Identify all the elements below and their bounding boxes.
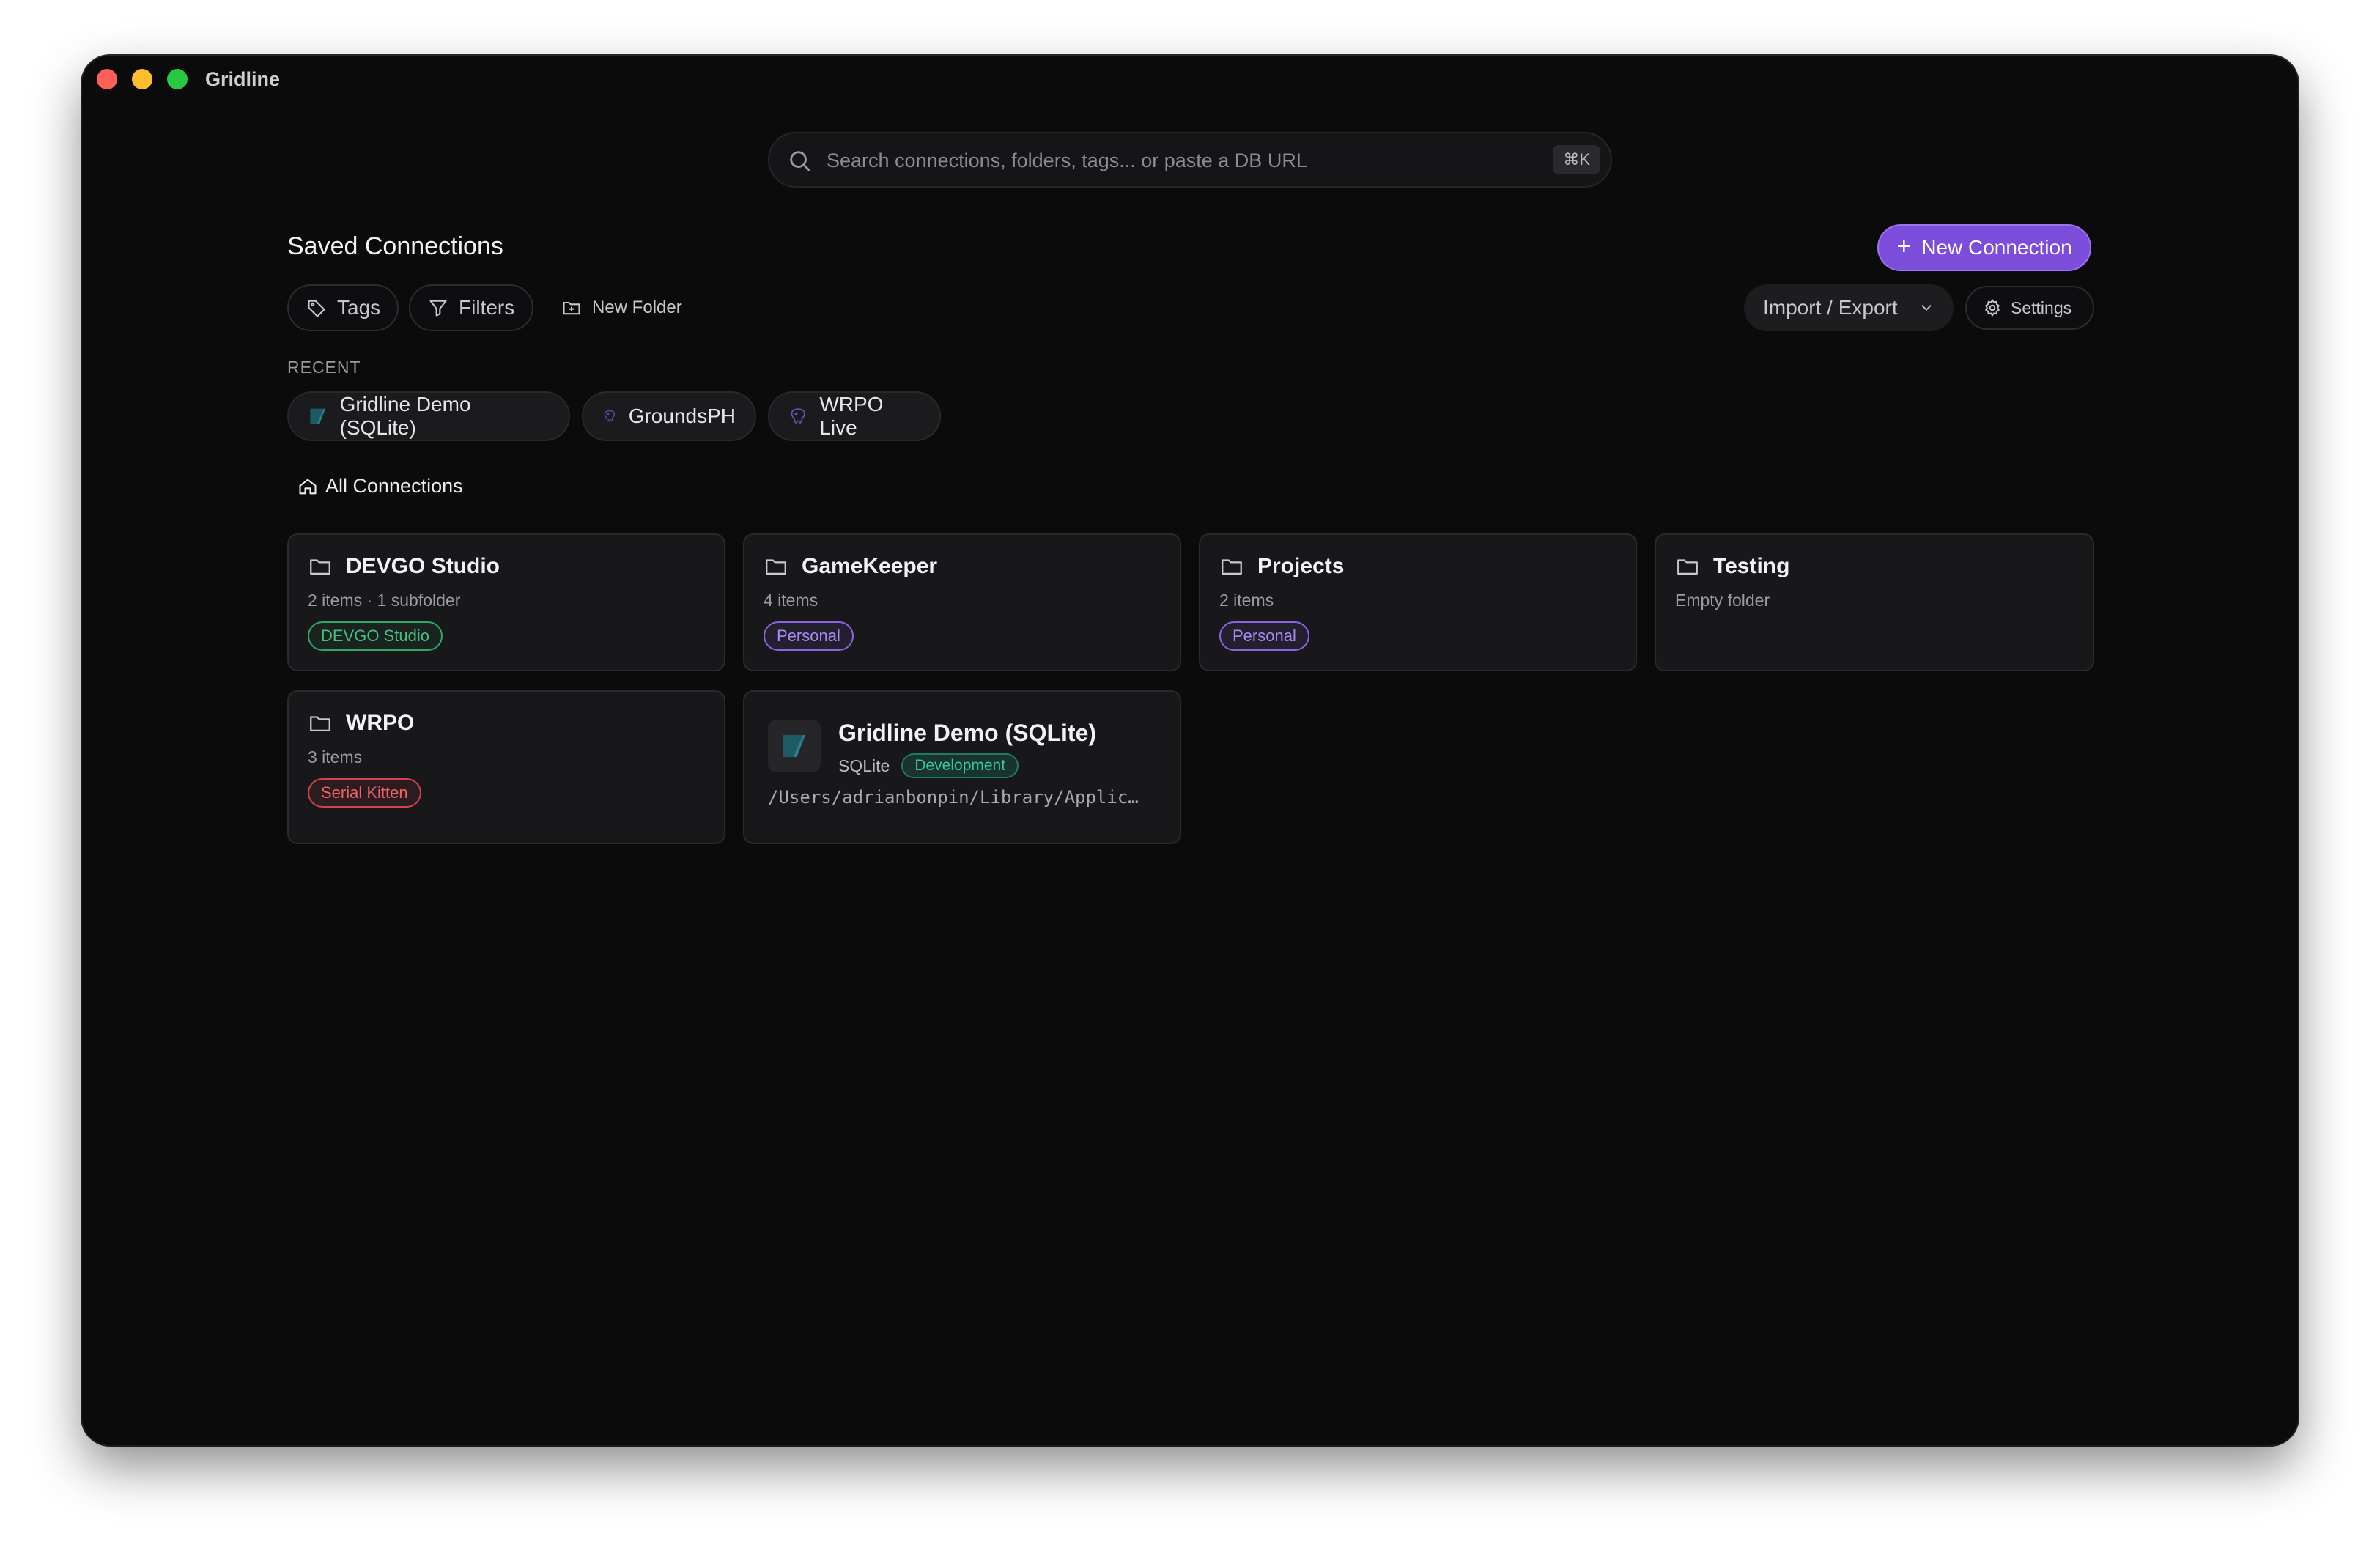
home-icon xyxy=(299,479,317,494)
folder-name: DEVGO Studio xyxy=(346,554,500,578)
recent-item-label: WRPO Live xyxy=(819,393,884,439)
postgres-icon xyxy=(791,408,805,424)
filters-label: Filters xyxy=(459,296,515,319)
folder-plus-icon xyxy=(563,301,580,315)
settings-label: Settings xyxy=(2011,298,2072,317)
recent-item-gridline-demo[interactable]: Gridline Demo (SQLite) xyxy=(287,391,570,441)
folder-header: DEVGO Studio xyxy=(308,554,500,579)
folder-card-wrpo[interactable]: WRPO 3 items Serial Kitten xyxy=(287,690,725,844)
recent-item-label: Gridline Demo (SQLite) xyxy=(339,393,471,439)
folder-icon xyxy=(766,559,786,575)
folder-tag: DEVGO Studio xyxy=(308,621,443,651)
recent-label: RECENT xyxy=(287,358,361,377)
page-title: Saved Connections xyxy=(287,232,503,260)
folder-tag: Personal xyxy=(1219,621,1309,651)
gear-icon xyxy=(1984,298,2000,317)
search-input[interactable] xyxy=(825,133,1488,188)
connection-name: Gridline Demo (SQLite) xyxy=(838,720,1097,746)
sqlite-icon xyxy=(768,720,821,772)
folder-header: GameKeeper xyxy=(764,554,937,579)
connection-meta: SQLite Development xyxy=(838,753,1019,778)
folder-header: Projects xyxy=(1219,554,1344,579)
connection-path: /Users/adrianbonpin/Library/Applic… xyxy=(768,787,1139,808)
plus-icon: + xyxy=(1896,232,1912,260)
folder-name: GameKeeper xyxy=(802,554,938,578)
recent-item-wrpo-live[interactable]: WRPO Live xyxy=(768,391,941,441)
new-folder-label: New Folder xyxy=(592,298,682,317)
folder-meta: 2 items · 1 subfolder xyxy=(308,591,461,610)
filter-icon xyxy=(429,300,447,317)
new-connection-button[interactable]: + New Connection xyxy=(1877,224,2091,271)
tag-icon xyxy=(308,300,325,317)
folder-tag: Serial Kitten xyxy=(308,778,421,808)
environment-tag: Development xyxy=(901,753,1019,778)
search-icon xyxy=(790,151,810,171)
tags-label: Tags xyxy=(337,296,381,319)
import-export-label: Import / Export xyxy=(1763,296,1898,319)
recent-item-groundsph[interactable]: GroundsPH xyxy=(582,391,756,441)
folder-icon xyxy=(1677,559,1698,575)
folder-tag: Personal xyxy=(764,621,854,651)
folder-card-devgo-studio[interactable]: DEVGO Studio 2 items · 1 subfolder DEVGO… xyxy=(287,533,725,671)
folder-name: WRPO xyxy=(346,711,415,735)
window-controls xyxy=(97,69,188,89)
search-bar[interactable]: ⌘K xyxy=(768,132,1612,188)
import-export-button[interactable]: Import / Export xyxy=(1744,284,1954,331)
postgres-icon xyxy=(604,410,616,422)
shortcut-badge: ⌘K xyxy=(1553,145,1600,174)
chevron-down-icon xyxy=(1921,305,1932,311)
tags-button[interactable]: Tags xyxy=(287,284,399,331)
new-folder-button[interactable]: New Folder xyxy=(561,289,682,327)
folder-meta: Empty folder xyxy=(1675,591,1770,610)
filters-button[interactable]: Filters xyxy=(409,284,533,331)
folder-icon xyxy=(1222,559,1242,575)
folder-header: WRPO xyxy=(308,711,414,736)
connection-card-gridline-demo[interactable]: Gridline Demo (SQLite) SQLite Developmen… xyxy=(743,690,1181,844)
breadcrumb[interactable]: All Connections xyxy=(298,475,463,498)
minimize-window-button[interactable] xyxy=(132,69,152,89)
folder-meta: 2 items xyxy=(1219,591,1274,610)
zoom-window-button[interactable] xyxy=(167,69,188,89)
folder-meta: 4 items xyxy=(764,591,818,610)
settings-button[interactable]: Settings xyxy=(1965,286,2094,330)
folder-card-gamekeeper[interactable]: GameKeeper 4 items Personal xyxy=(743,533,1181,671)
sqlite-icon xyxy=(310,408,326,424)
close-window-button[interactable] xyxy=(97,69,117,89)
folder-name: Testing xyxy=(1713,554,1790,578)
folder-icon xyxy=(310,559,330,575)
folder-name: Projects xyxy=(1257,554,1345,578)
folder-meta: 3 items xyxy=(308,747,363,767)
folder-card-testing[interactable]: Testing Empty folder xyxy=(1655,533,2094,671)
app-window: Gridline ⌘K Saved Connections + New Conn… xyxy=(82,56,2298,1445)
breadcrumb-label: All Connections xyxy=(325,475,463,497)
app-title: Gridline xyxy=(205,68,281,90)
connection-type: SQLite xyxy=(838,756,890,775)
new-connection-label: New Connection xyxy=(1921,236,2072,259)
recent-item-label: GroundsPH xyxy=(628,405,736,427)
folder-header: Testing xyxy=(1675,554,1789,579)
folder-icon xyxy=(310,716,330,732)
folder-card-projects[interactable]: Projects 2 items Personal xyxy=(1199,533,1637,671)
